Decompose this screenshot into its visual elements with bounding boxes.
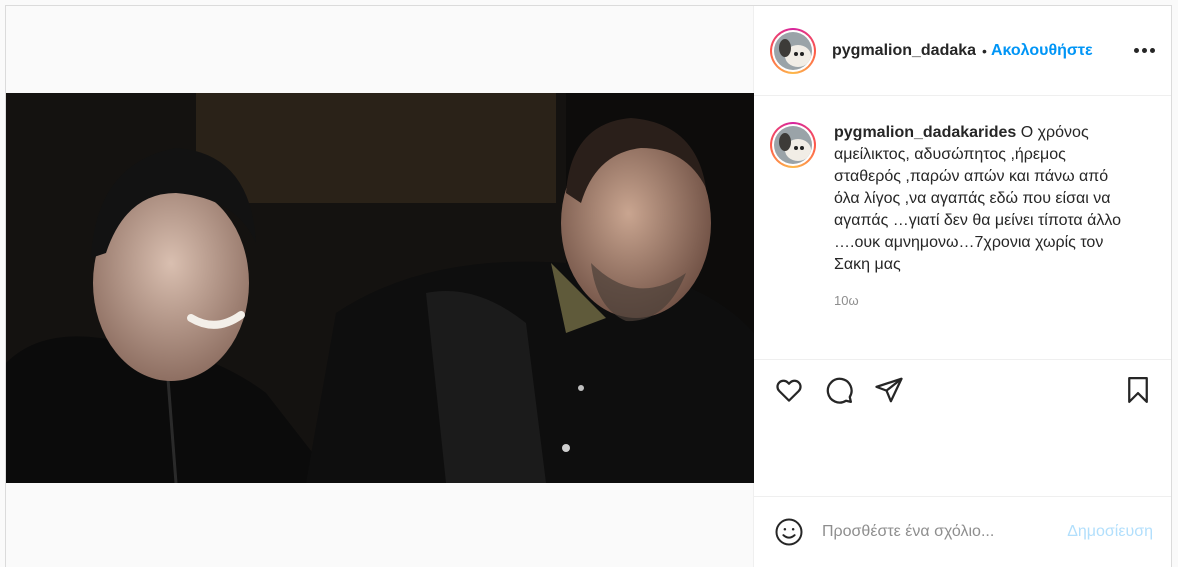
header-username[interactable]: pygmalion_dadaka (832, 42, 976, 60)
comment-bar: Δημοσίευση (754, 497, 1171, 567)
post-header: pygmalion_dadaka • Ακολουθήστε (754, 6, 1171, 96)
comment-icon[interactable] (822, 373, 856, 407)
caption-avatar[interactable] (770, 122, 816, 168)
post-comment-button[interactable]: Δημοσίευση (1067, 523, 1153, 541)
caption-text: Ο χρόνος αμείλικτος, αδυσώπητος ,ήρεμος … (834, 124, 1122, 273)
action-bar (754, 360, 1171, 420)
caption-username[interactable]: pygmalion_dadakarides (834, 124, 1016, 141)
likes-area (754, 420, 1171, 497)
caption-body: pygmalion_dadakarides Ο χρόνος αμείλικτο… (834, 122, 1124, 312)
follow-button[interactable]: Ακολουθήστε (991, 42, 1093, 60)
post-time[interactable]: 10ω (834, 290, 1124, 312)
post-caption: pygmalion_dadakarides Ο χρόνος αμείλικτο… (754, 96, 1171, 360)
post-sidebar: pygmalion_dadaka • Ακολουθήστε pygmalion… (754, 6, 1171, 567)
emoji-icon[interactable] (772, 515, 806, 549)
more-options-icon[interactable] (1134, 48, 1155, 53)
send-icon[interactable] (872, 373, 906, 407)
bookmark-icon[interactable] (1121, 373, 1155, 407)
post-container: pygmalion_dadaka • Ακολουθήστε pygmalion… (5, 5, 1172, 567)
post-photo[interactable] (6, 93, 754, 483)
comment-input[interactable] (822, 523, 1068, 541)
heart-icon[interactable] (772, 373, 806, 407)
post-media (6, 6, 754, 567)
separator-dot: • (982, 42, 987, 59)
avatar[interactable] (770, 27, 816, 74)
